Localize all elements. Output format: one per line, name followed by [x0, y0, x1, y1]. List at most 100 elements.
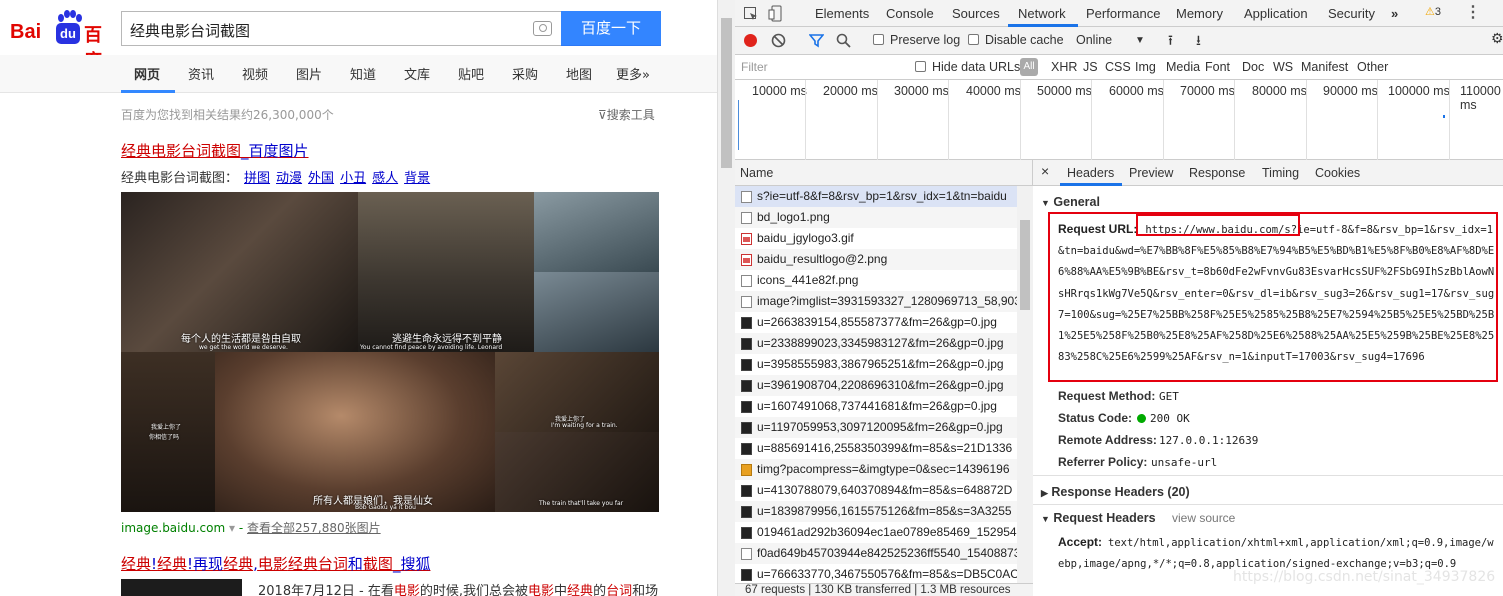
- tab-headers[interactable]: Headers: [1067, 166, 1114, 180]
- nav-web[interactable]: 网页: [134, 64, 160, 83]
- filter-input[interactable]: Filter: [737, 58, 903, 77]
- request-row[interactable]: timg?pacompress=&imgtype=0&sec=14396196: [735, 459, 1017, 480]
- filter-img[interactable]: Img: [1135, 60, 1156, 74]
- tab-security[interactable]: Security: [1328, 6, 1375, 21]
- request-row[interactable]: u=1197059953,3097120095&fm=26&gp=0.jpg: [735, 417, 1017, 438]
- sublink-pintu[interactable]: 拼图: [244, 171, 270, 186]
- tab-sources[interactable]: Sources: [952, 6, 1000, 21]
- filter-xhr[interactable]: XHR: [1051, 60, 1077, 74]
- network-overview[interactable]: 10000 ms 20000 ms 30000 ms 40000 ms 5000…: [735, 80, 1503, 160]
- movie-still-4[interactable]: [534, 272, 659, 352]
- search-button[interactable]: 百度一下: [561, 11, 661, 46]
- request-row[interactable]: s?ie=utf-8&f=8&rsv_bp=1&rsv_idx=1&tn=bai…: [735, 186, 1017, 207]
- nav-news[interactable]: 资讯: [188, 64, 214, 83]
- request-row[interactable]: u=4130788079,640370894&fm=85&s=648872D: [735, 480, 1017, 501]
- nav-tieba[interactable]: 贴吧: [458, 64, 484, 83]
- movie-still-5[interactable]: 我爱上你了 你相信了吗: [121, 352, 215, 512]
- filter-js[interactable]: JS: [1083, 60, 1098, 74]
- dropdown-arrow-icon[interactable]: ▾: [229, 521, 235, 535]
- view-source-link[interactable]: view source: [1172, 511, 1235, 525]
- close-detail-button[interactable]: ×: [1041, 163, 1049, 179]
- more-tabs-button[interactable]: »: [1391, 6, 1398, 21]
- request-row[interactable]: u=2338899023,3345983127&fm=26&gp=0.jpg: [735, 333, 1017, 354]
- movie-still-7[interactable]: 我爱上你了 I'm waiting for a train.: [495, 352, 659, 432]
- request-list-scrollbar[interactable]: [1017, 186, 1033, 596]
- page-scrollbar-thumb[interactable]: [721, 18, 732, 168]
- request-list-scrollbar-thumb[interactable]: [1020, 220, 1030, 310]
- request-row[interactable]: u=3961908704,2208696310&fm=26&gp=0.jpg: [735, 375, 1017, 396]
- request-row[interactable]: baidu_resultlogo@2.png: [735, 249, 1017, 270]
- inspect-element-icon[interactable]: [743, 6, 759, 22]
- warnings-badge[interactable]: ⚠3: [1425, 5, 1441, 18]
- hide-data-urls-checkbox[interactable]: [915, 61, 926, 72]
- tab-response[interactable]: Response: [1189, 166, 1245, 180]
- nav-images[interactable]: 图片: [296, 64, 322, 83]
- tab-timing[interactable]: Timing: [1262, 166, 1299, 180]
- image-collage[interactable]: 每个人的生活都是咎由自取 we get the world we deserve…: [121, 192, 659, 512]
- search-input[interactable]: 经典电影台词截图: [121, 11, 561, 46]
- kebab-menu-icon[interactable]: ⋮: [1465, 2, 1481, 22]
- request-row[interactable]: icons_441e82f.png: [735, 270, 1017, 291]
- search-tools-button[interactable]: ⊽搜索工具: [598, 106, 655, 123]
- nav-zhidao[interactable]: 知道: [350, 64, 376, 83]
- movie-still-1[interactable]: 每个人的生活都是咎由自取 we get the world we deserve…: [121, 192, 358, 352]
- request-row[interactable]: 019461ad292b36094ec1ae0789e85469_1529549: [735, 522, 1017, 543]
- request-row[interactable]: u=766633770,3467550576&fm=85&s=DB5C0AC: [735, 564, 1017, 585]
- sublink-xiaochou[interactable]: 小丑: [340, 171, 366, 186]
- result2-thumbnail[interactable]: [121, 579, 242, 596]
- filter-css[interactable]: CSS: [1105, 60, 1131, 74]
- tab-memory[interactable]: Memory: [1176, 6, 1223, 21]
- request-row[interactable]: u=3958555983,3867965251&fm=26&gp=0.jpg: [735, 354, 1017, 375]
- general-section-toggle[interactable]: ▼ General: [1041, 195, 1100, 209]
- throttling-select[interactable]: Online: [1076, 33, 1112, 47]
- search-icon[interactable]: [836, 33, 851, 48]
- gear-icon[interactable]: ⚙: [1491, 30, 1503, 47]
- request-row[interactable]: u=1839879956,1615575126&fm=85&s=3A3255: [735, 501, 1017, 522]
- nav-caigou[interactable]: 采购: [512, 64, 538, 83]
- request-headers-toggle[interactable]: ▼ Request Headers: [1041, 511, 1156, 525]
- disable-cache-checkbox[interactable]: [968, 34, 979, 45]
- sublink-ganren[interactable]: 感人: [372, 171, 398, 186]
- record-icon[interactable]: [744, 34, 757, 47]
- movie-still-2[interactable]: 逃避生命永远得不到平静 You cannot find peace by avo…: [358, 192, 534, 352]
- filter-other[interactable]: Other: [1357, 60, 1388, 74]
- baidu-logo[interactable]: Bai du 百度: [10, 10, 110, 72]
- filter-manifest[interactable]: Manifest: [1301, 60, 1348, 74]
- response-headers-toggle[interactable]: ▶ Response Headers (20): [1041, 485, 1190, 499]
- request-row[interactable]: image?imglist=3931593327_1280969713_58,9…: [735, 291, 1017, 312]
- tab-cookies[interactable]: Cookies: [1315, 166, 1360, 180]
- result1-more-link[interactable]: 查看全部257,880张图片: [247, 521, 381, 535]
- filter-doc[interactable]: Doc: [1242, 60, 1264, 74]
- filter-funnel-icon[interactable]: [809, 33, 824, 48]
- clear-icon[interactable]: [771, 33, 786, 48]
- request-row[interactable]: bd_logo1.png: [735, 207, 1017, 228]
- movie-still-6[interactable]: 所有人都是娘们，我是仙女 Bob Gaoxu ya it bou: [215, 352, 495, 512]
- result1-title-link[interactable]: 经典电影台词截图_百度图片: [121, 140, 309, 161]
- camera-icon[interactable]: [533, 21, 552, 36]
- tab-application[interactable]: Application: [1244, 6, 1308, 21]
- result2-title-link[interactable]: 经典!经典!再现经典,电影经典台词和截图_搜狐: [121, 553, 430, 574]
- tab-elements[interactable]: Elements: [815, 6, 869, 21]
- request-row[interactable]: baidu_jgylogo3.gif: [735, 228, 1017, 249]
- sublink-beijing[interactable]: 背景: [404, 171, 430, 186]
- movie-still-8[interactable]: The train that'll take you far: [495, 432, 659, 512]
- tab-console[interactable]: Console: [886, 6, 934, 21]
- preserve-log-checkbox[interactable]: [873, 34, 884, 45]
- name-column-header[interactable]: Name: [735, 160, 1033, 186]
- request-row[interactable]: u=2663839154,855587377&fm=26&gp=0.jpg: [735, 312, 1017, 333]
- nav-more[interactable]: 更多»: [616, 64, 650, 83]
- request-row[interactable]: f0ad649b45703944e842525236ff5540_1540887…: [735, 543, 1017, 564]
- request-row[interactable]: u=1607491068,737441681&fm=26&gp=0.jpg: [735, 396, 1017, 417]
- movie-still-3[interactable]: [534, 192, 659, 272]
- filter-ws[interactable]: WS: [1273, 60, 1293, 74]
- tab-network[interactable]: Network: [1018, 6, 1066, 21]
- nav-map[interactable]: 地图: [566, 64, 592, 83]
- request-row[interactable]: u=885691416,2558350399&fm=85&s=21D1336: [735, 438, 1017, 459]
- device-toolbar-icon[interactable]: [768, 5, 784, 22]
- filter-media[interactable]: Media: [1166, 60, 1200, 74]
- tab-preview[interactable]: Preview: [1129, 166, 1173, 180]
- export-har-icon[interactable]: ⭳: [1196, 30, 1201, 54]
- filter-font[interactable]: Font: [1205, 60, 1230, 74]
- nav-video[interactable]: 视频: [242, 64, 268, 83]
- chevron-down-icon[interactable]: ▼: [1135, 35, 1145, 46]
